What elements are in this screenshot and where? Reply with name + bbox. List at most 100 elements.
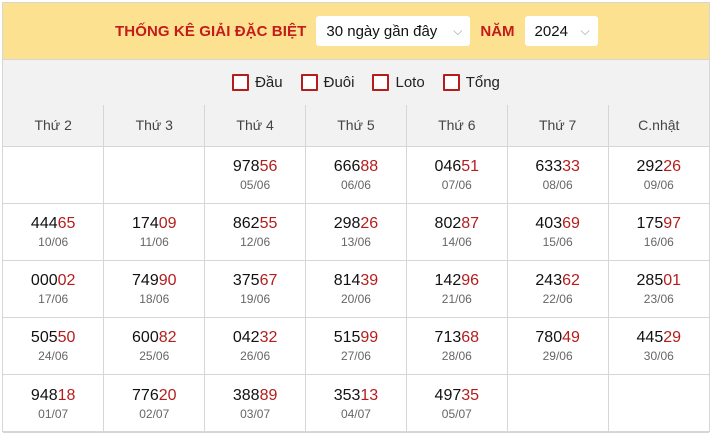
checkbox-icon[interactable] — [442, 74, 460, 91]
prize-number-tail: 18 — [57, 386, 76, 404]
prize-number-head: 292 — [636, 158, 664, 175]
prize-number-tail: 35 — [461, 386, 480, 404]
prize-number: 38889 — [205, 386, 305, 405]
date-range-select[interactable]: 30 ngày gần đây ⌵ — [316, 16, 471, 46]
filter-tong[interactable]: Tổng — [442, 74, 500, 91]
result-cell: 49735 05/07 — [405, 373, 508, 433]
checkbox-icon[interactable] — [300, 74, 318, 91]
prize-number-tail: 49 — [562, 329, 580, 346]
draw-date: 25/06 — [139, 349, 170, 363]
prize-number-head: 948 — [30, 386, 58, 404]
result-cell: 86255 12/06 — [204, 202, 307, 261]
result-cell: 28501 23/06 — [607, 259, 709, 318]
prize-number-tail: 55 — [259, 215, 278, 232]
prize-number-head: 978 — [232, 158, 260, 175]
prize-number-head: 000 — [30, 272, 58, 289]
prize-number-tail: 90 — [158, 272, 177, 289]
empty-cell — [103, 145, 206, 204]
prize-number-head: 666 — [333, 158, 361, 175]
empty-cell — [3, 145, 105, 204]
prize-number-head: 515 — [333, 329, 361, 346]
result-cell: 04651 07/06 — [405, 145, 508, 204]
prize-number-head: 243 — [535, 272, 563, 289]
filter-loto[interactable]: Loto — [372, 74, 425, 91]
checkbox-icon[interactable] — [372, 74, 390, 91]
prize-number: 24362 — [508, 271, 608, 290]
prize-number-head: 403 — [535, 215, 563, 232]
prize-number-head: 444 — [30, 215, 58, 232]
year-select[interactable]: 2024 ⌵ — [524, 16, 598, 46]
prize-number: 50550 — [3, 328, 103, 347]
draw-date: 20/06 — [340, 292, 371, 306]
draw-date: 15/06 — [542, 235, 573, 249]
prize-number: 97856 — [205, 157, 305, 176]
result-cell: 04232 26/06 — [204, 316, 307, 375]
prize-number-tail: 13 — [360, 386, 379, 404]
filter-duoi[interactable]: Đuôi — [300, 74, 354, 91]
table-row: 00002 17/06 74990 18/06 37567 19/06 81439 20/06… — [3, 259, 709, 318]
weekday-header-row: Thứ 2 Thứ 3 Thứ 4 Thứ 5 Thứ 6 Thứ 7 C.nhật — [3, 105, 709, 147]
prize-number: 78049 — [508, 328, 608, 347]
draw-date: 17/06 — [38, 292, 69, 306]
prize-number-tail: 82 — [158, 329, 177, 346]
prize-number: 94818 — [3, 386, 103, 405]
prize-number-head: 046 — [434, 158, 462, 175]
result-cell: 80287 14/06 — [405, 202, 508, 261]
prize-number-head: 633 — [535, 158, 563, 175]
result-cell: 37567 19/06 — [204, 259, 307, 318]
result-cell: 74990 18/06 — [103, 259, 206, 318]
prize-number-tail: 32 — [259, 329, 278, 346]
draw-date: 18/06 — [139, 292, 170, 306]
draw-date: 28/06 — [441, 349, 472, 363]
filter-bar: Đầu Đuôi Loto Tổng — [3, 59, 709, 105]
prize-number: 29226 — [609, 157, 709, 176]
chevron-down-icon: ⌵ — [580, 23, 590, 38]
result-cell: 38889 03/07 — [204, 373, 307, 433]
prize-number: 00002 — [3, 271, 103, 290]
prize-number-head: 298 — [333, 215, 361, 232]
prize-number: 17409 — [104, 214, 204, 233]
prize-number: 71368 — [407, 328, 507, 347]
prize-number-head: 776 — [132, 386, 159, 404]
draw-date: 10/06 — [38, 235, 69, 249]
draw-date: 11/06 — [139, 235, 169, 249]
prize-number-tail: 96 — [461, 272, 480, 289]
prize-number-tail: 56 — [259, 158, 278, 175]
prize-number: 14296 — [407, 271, 507, 290]
prize-number-tail: 89 — [259, 386, 278, 404]
prize-number-tail: 62 — [562, 272, 580, 289]
prize-number-tail: 97 — [663, 215, 682, 232]
checkbox-icon[interactable] — [232, 74, 250, 91]
prize-number: 86255 — [205, 214, 305, 233]
result-cell: 24362 22/06 — [506, 259, 609, 318]
result-cell: 40369 15/06 — [506, 202, 609, 261]
prize-number: 77620 — [104, 386, 204, 405]
year-value: 2024 — [534, 22, 568, 40]
draw-date: 30/06 — [643, 349, 674, 363]
date-range-value: 30 ngày gần đây — [326, 22, 438, 40]
prize-number: 04651 — [407, 157, 507, 176]
weekday-header: Thứ 6 — [405, 105, 508, 147]
prize-number-tail: 87 — [461, 215, 480, 232]
prize-number: 81439 — [306, 271, 406, 290]
prize-number-tail: 20 — [158, 386, 177, 404]
filter-label: Tổng — [465, 74, 500, 91]
draw-date: 16/06 — [643, 235, 674, 249]
prize-number-head: 713 — [434, 329, 462, 346]
prize-number-head: 749 — [132, 272, 159, 289]
prize-number-tail: 02 — [57, 272, 76, 289]
result-cell: 63333 08/06 — [506, 145, 609, 204]
weekday-header: Thứ 4 — [204, 105, 307, 147]
stats-header-bar: THỐNG KÊ GIẢI ĐẶC BIỆT 30 ngày gần đây ⌵… — [3, 3, 709, 59]
prize-number-head: 375 — [232, 272, 260, 289]
prize-number-tail: 50 — [57, 329, 76, 346]
prize-number: 80287 — [407, 214, 507, 233]
filter-dau[interactable]: Đầu — [232, 74, 283, 91]
prize-number-head: 814 — [333, 272, 361, 289]
results-calendar-table: Thứ 2 Thứ 3 Thứ 4 Thứ 5 Thứ 6 Thứ 7 C.nhật 978… — [3, 105, 709, 433]
result-cell: 00002 17/06 — [3, 259, 105, 318]
prize-number: 49735 — [407, 386, 507, 405]
stats-title: THỐNG KÊ GIẢI ĐẶC BIỆT — [115, 22, 307, 40]
result-cell: 14296 21/06 — [405, 259, 508, 318]
prize-number-tail: 51 — [461, 158, 480, 175]
